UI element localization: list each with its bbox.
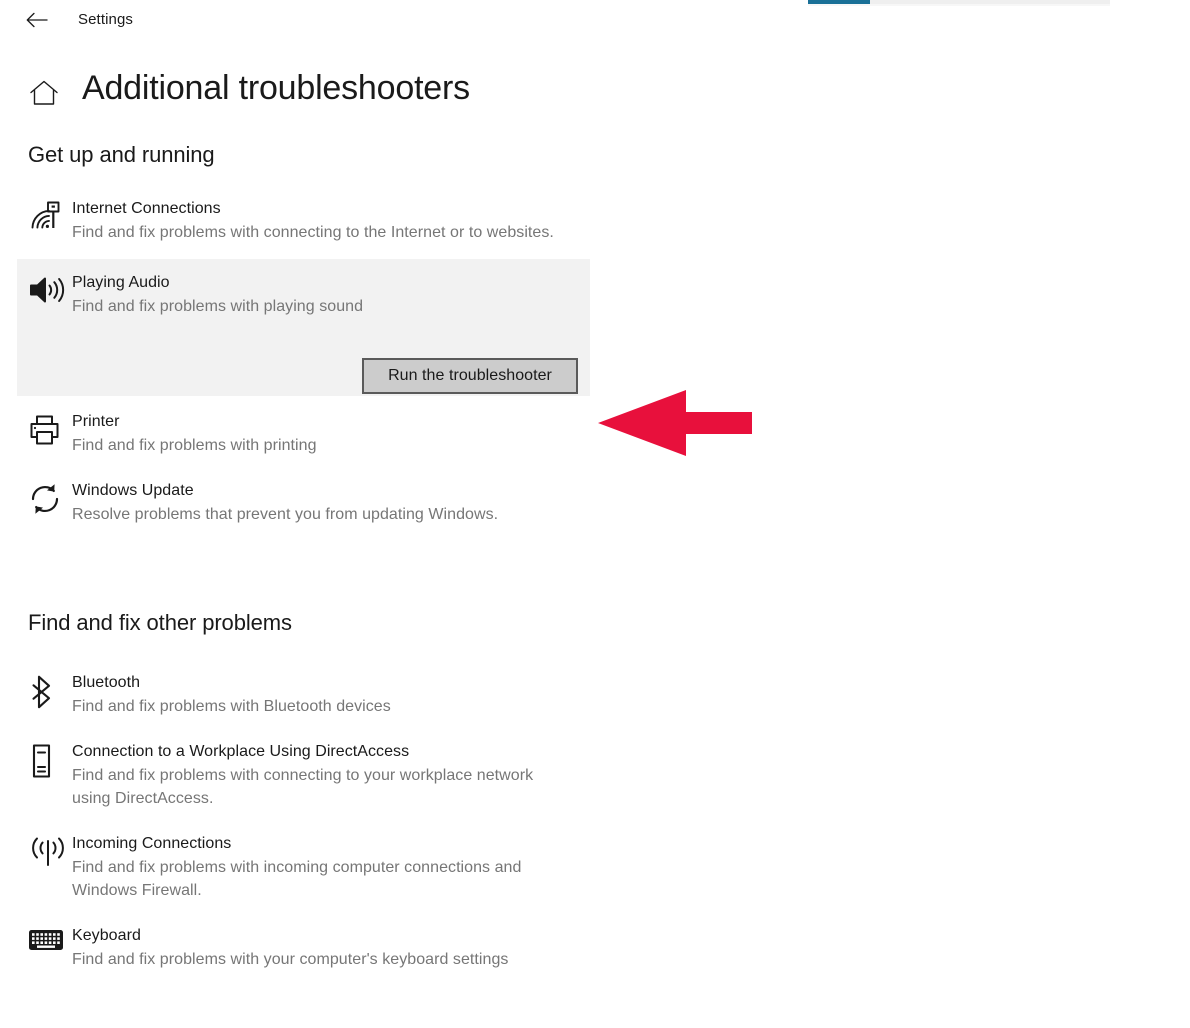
item-title: Printer: [72, 413, 120, 430]
item-title: Incoming Connections: [72, 835, 232, 852]
item-text-block: Keyboard Find and fix problems with your…: [72, 925, 592, 971]
item-description: Find and fix problems with your computer…: [72, 951, 509, 968]
keyboard-icon: [28, 925, 72, 953]
title-bar: Settings: [0, 0, 1190, 40]
troubleshooter-list: Bluetooth Find and fix problems with Blu…: [0, 664, 620, 979]
section-heading: Get up and running: [28, 142, 215, 167]
item-text-block: Incoming Connections Find and fix proble…: [72, 833, 592, 902]
bluetooth-icon: [28, 672, 72, 710]
troubleshooter-item-bluetooth[interactable]: Bluetooth Find and fix problems with Blu…: [0, 664, 620, 726]
app-title: Settings: [78, 11, 133, 28]
troubleshooter-item-playing-audio[interactable]: Playing Audio Find and fix problems with…: [17, 259, 590, 396]
troubleshooter-item-directaccess[interactable]: Connection to a Workplace Using DirectAc…: [0, 733, 620, 818]
item-description: Find and fix problems with printing: [72, 437, 317, 454]
item-title: Windows Update: [72, 482, 194, 499]
item-text-block: Printer Find and fix problems with print…: [72, 411, 592, 457]
troubleshooter-item-keyboard[interactable]: Keyboard Find and fix problems with your…: [0, 917, 620, 979]
troubleshooter-item-printer[interactable]: Printer Find and fix problems with print…: [0, 403, 620, 465]
troubleshooter-item-internet-connections[interactable]: Internet Connections Find and fix proble…: [0, 190, 620, 252]
item-title: Playing Audio: [72, 274, 170, 291]
item-description: Find and fix problems with playing sound: [72, 298, 364, 315]
item-description: Find and fix problems with incoming comp…: [72, 859, 522, 899]
page-header: Additional troubleshooters: [0, 62, 700, 122]
troubleshooter-list: Internet Connections Find and fix proble…: [0, 190, 620, 534]
item-text-block: Windows Update Resolve problems that pre…: [72, 480, 592, 526]
windows-update-icon: [28, 480, 72, 516]
item-title: Internet Connections: [72, 200, 221, 217]
playing-audio-icon: [28, 272, 72, 306]
item-description: Find and fix problems with connecting to…: [72, 224, 554, 241]
item-text-block: Playing Audio Find and fix problems with…: [72, 272, 562, 318]
printer-icon: [28, 411, 72, 447]
back-arrow-icon: [25, 10, 49, 30]
troubleshooter-item-windows-update[interactable]: Windows Update Resolve problems that pre…: [0, 472, 620, 534]
item-description: Find and fix problems with Bluetooth dev…: [72, 698, 391, 715]
home-icon[interactable]: [28, 78, 60, 108]
section-find-and-fix-other-problems: Find and fix other problems Bluetooth Fi…: [0, 608, 620, 979]
section-get-up-and-running: Get up and running Internet Connections …: [0, 140, 620, 534]
incoming-connections-icon: [28, 833, 72, 869]
run-the-troubleshooter-button[interactable]: Run the troubleshooter: [362, 358, 578, 394]
directaccess-icon: [28, 741, 72, 779]
item-title: Connection to a Workplace Using DirectAc…: [72, 743, 410, 760]
internet-connections-icon: [28, 198, 72, 236]
item-text-block: Internet Connections Find and fix proble…: [72, 198, 592, 244]
item-description: Resolve problems that prevent you from u…: [72, 506, 499, 523]
section-heading: Find and fix other problems: [28, 610, 292, 635]
page-title: Additional troubleshooters: [82, 69, 470, 107]
troubleshooter-item-incoming-connections[interactable]: Incoming Connections Find and fix proble…: [0, 825, 620, 910]
item-title: Keyboard: [72, 927, 141, 944]
item-title: Bluetooth: [72, 674, 141, 691]
item-description: Find and fix problems with connecting to…: [72, 767, 534, 807]
item-text-block: Connection to a Workplace Using DirectAc…: [72, 741, 592, 810]
back-button[interactable]: [16, 6, 58, 34]
troubleshooter-content: Get up and running Internet Connections …: [0, 140, 620, 986]
item-text-block: Bluetooth Find and fix problems with Blu…: [72, 672, 592, 718]
